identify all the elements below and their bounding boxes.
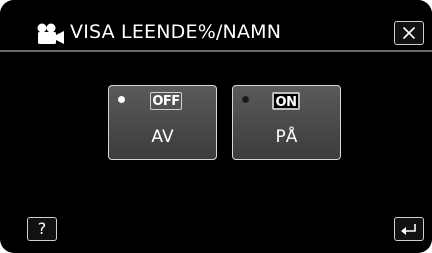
back-button[interactable]	[394, 217, 424, 241]
option-on-label: PÅ	[275, 127, 298, 147]
page-title: VISA LEENDE%/NAMN	[70, 21, 282, 43]
title-bar: VISA LEENDE%/NAMN	[0, 0, 432, 52]
video-camera-icon	[36, 23, 66, 45]
selected-indicator-icon	[242, 96, 249, 103]
return-arrow-icon	[401, 224, 416, 235]
help-button[interactable]: ?	[27, 217, 57, 241]
option-off-button[interactable]: OFF AV	[108, 85, 217, 160]
close-button[interactable]	[394, 21, 424, 45]
close-icon	[402, 26, 416, 40]
option-off-label: AV	[151, 127, 174, 147]
unselected-indicator-icon	[118, 96, 125, 103]
on-badge: ON	[272, 92, 300, 110]
off-badge: OFF	[150, 92, 182, 110]
option-on-button[interactable]: ON PÅ	[232, 85, 341, 160]
camera-menu-screen: VISA LEENDE%/NAMN OFF AV ON PÅ ?	[0, 0, 432, 253]
